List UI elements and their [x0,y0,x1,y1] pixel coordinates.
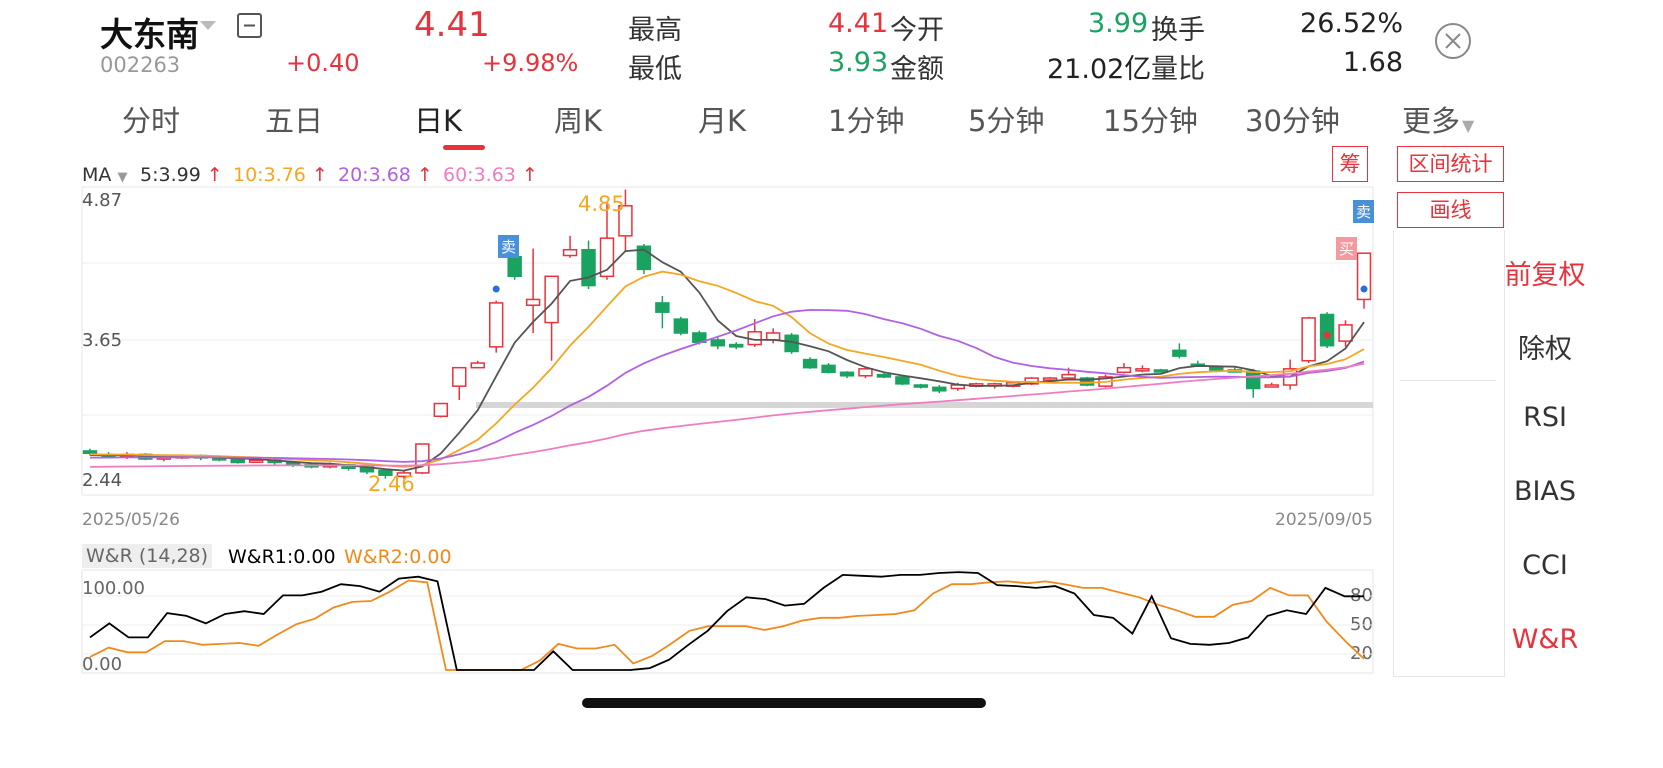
interval-stats-button[interactable]: 区间统计 [1397,146,1504,182]
sidebar-item-wr[interactable]: W&R [1490,624,1600,655]
caret-down-icon: ▼ [1462,116,1475,135]
sidebar-divider [1400,380,1496,381]
sidebar-item-forward-adjust[interactable]: 前复权 [1490,253,1600,292]
draw-line-button[interactable]: 画线 [1397,192,1504,228]
tab-more-label: 更多 [1402,104,1461,138]
tab-more[interactable]: 更多 ▼ [1402,98,1474,140]
wr1-line [89,571,1364,671]
home-indicator[interactable] [582,698,986,708]
sidebar-item-rsi[interactable]: RSI [1490,402,1600,433]
sidebar-item-cci[interactable]: CCI [1490,550,1600,581]
wr-frame [81,569,1374,674]
close-icon[interactable] [1434,22,1472,64]
sidebar-panel [1393,230,1505,677]
wr-indicator-chart[interactable] [0,0,1390,690]
sidebar-item-ex-rights[interactable]: 除权 [1490,327,1600,366]
sidebar-item-bias[interactable]: BIAS [1490,476,1600,507]
